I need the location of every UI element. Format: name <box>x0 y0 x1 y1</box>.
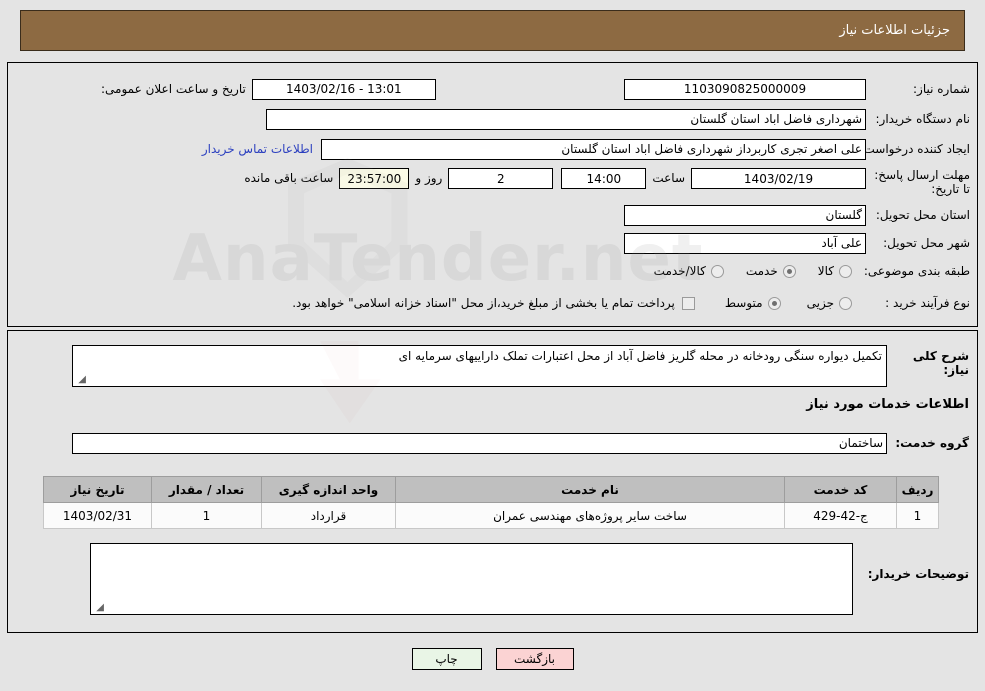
treasury-checkbox[interactable] <box>681 296 695 310</box>
process-option-label-1: متوسط <box>724 296 763 310</box>
description-label: شرح کلی نیاز: <box>912 349 969 377</box>
service-group-label: گروه خدمت: <box>895 436 969 450</box>
process-option-jozei[interactable]: جزیی <box>807 296 852 310</box>
cell-code: ج-42-429 <box>784 502 897 529</box>
hour-label: ساعت <box>652 171 685 185</box>
province-label: استان محل تحویل: <box>875 208 970 222</box>
radio-jozei-icon[interactable] <box>839 296 852 310</box>
page-header: جزئیات اطلاعات نیاز <box>20 10 965 51</box>
need-summary-panel: شماره نیاز: 1103090825000009 13:01 - 140… <box>7 62 978 327</box>
classification-option-label-2: کالا/خدمت <box>653 264 706 278</box>
cell-quantity: 1 <box>151 502 262 529</box>
classification-option-kala[interactable]: کالا <box>818 264 852 278</box>
days-remaining-value: 2 <box>448 168 554 189</box>
services-table: ردیف کد خدمت نام خدمت واحد اندازه گیری ت… <box>43 476 939 529</box>
page-root: جزئیات اطلاعات نیاز شماره نیاز: 11030908… <box>0 0 985 691</box>
city-label: شهر محل تحویل: <box>883 236 970 250</box>
days-label: روز و <box>415 171 443 185</box>
resize-grip-icon[interactable]: ◢ <box>76 375 86 385</box>
table-header-row: ردیف کد خدمت نام خدمت واحد اندازه گیری ت… <box>43 476 939 503</box>
deadline-hour-value: 14:00 <box>561 168 647 189</box>
cell-index: 1 <box>896 502 939 529</box>
buyer-comments-row: توضیحات خریدار: ◢ <box>90 543 969 615</box>
service-group-value: ساختمان <box>72 432 887 454</box>
city-value: علی آباد <box>624 232 866 254</box>
time-remaining-value: 23:57:00 <box>339 168 410 189</box>
radio-kala-khedmat-icon[interactable] <box>710 264 724 278</box>
buyer-comments-label: توضیحات خریدار: <box>867 567 969 581</box>
services-section-title: اطلاعات خدمات مورد نیاز <box>806 397 969 412</box>
action-button-bar: بازگشت چاپ <box>0 648 985 670</box>
deadline-date-value: 1403/02/19 <box>691 168 866 189</box>
buyer-comments-textarea[interactable]: ◢ <box>90 543 853 615</box>
radio-kala-icon[interactable] <box>839 264 852 278</box>
description-textarea[interactable]: تکمیل دیواره سنگی رودخانه در محله گلریز … <box>72 345 887 387</box>
buyer-org-label: نام دستگاه خریدار: <box>875 112 971 126</box>
table-row[interactable]: 1 ج-42-429 ساخت سایر پروژه‌های مهندسی عم… <box>43 502 939 529</box>
public-announce-label: تاریخ و ساعت اعلان عمومی: <box>101 82 246 96</box>
radio-khedmat-icon[interactable] <box>782 264 796 278</box>
public-announce-row: 13:01 - 1403/02/16 تاریخ و ساعت اعلان عم… <box>101 77 436 101</box>
service-group-row: گروه خدمت: ساختمان <box>72 431 969 455</box>
need-number-label: شماره نیاز: <box>913 82 970 96</box>
description-value: تکمیل دیواره سنگی رودخانه در محله گلریز … <box>398 349 882 363</box>
treasury-note: پرداخت تمام یا بخشی از مبلغ خرید،از محل … <box>292 296 675 310</box>
radio-motevaset-icon[interactable] <box>767 296 781 310</box>
process-type-row: نوع فرآیند خرید : جزیی متوسط پرداخت تمام… <box>292 291 970 315</box>
buyer-contact-link[interactable]: اطلاعات تماس خریدار <box>202 142 313 156</box>
need-number-value: 1103090825000009 <box>624 78 866 100</box>
col-index: ردیف <box>896 476 939 503</box>
classification-option-label-1: خدمت <box>745 264 778 278</box>
deadline-label: مهلت ارسال پاسخ: تا تاریخ: <box>874 168 970 196</box>
province-row: استان محل تحویل: گلستان <box>624 203 970 227</box>
cell-date: 1403/02/31 <box>43 502 152 529</box>
description-row: شرح کلی نیاز: تکمیل دیواره سنگی رودخانه … <box>72 345 969 387</box>
buyer-org-value: شهرداری فاضل اباد استان گلستان <box>266 108 866 130</box>
resize-grip-icon-2[interactable]: ◢ <box>94 603 104 613</box>
col-date: تاریخ نیاز <box>43 476 152 503</box>
page-title: جزئیات اطلاعات نیاز <box>839 23 950 38</box>
classification-option-kala-khedmat[interactable]: کالا/خدمت <box>654 264 724 278</box>
col-quantity: تعداد / مقدار <box>151 476 262 503</box>
deadline-row: مهلت ارسال پاسخ: تا تاریخ: 1403/02/19 سا… <box>244 165 970 199</box>
classification-row: طبقه بندی موضوعی: کالا خدمت کالا/خدمت <box>654 259 970 283</box>
creator-value: علی اصغر تجری کاربرداز شهرداری فاضل اباد… <box>321 138 866 160</box>
process-type-label: نوع فرآیند خرید : <box>885 296 970 310</box>
classification-option-khedmat[interactable]: خدمت <box>746 264 796 278</box>
remaining-label: ساعت باقی مانده <box>244 171 334 185</box>
print-button[interactable]: چاپ <box>411 648 482 670</box>
classification-label: طبقه بندی موضوعی: <box>863 264 970 278</box>
col-unit: واحد اندازه گیری <box>261 476 396 503</box>
need-details-panel: شرح کلی نیاز: تکمیل دیواره سنگی رودخانه … <box>7 330 978 633</box>
col-code: کد خدمت <box>784 476 897 503</box>
cell-unit: قرارداد <box>261 502 396 529</box>
process-option-label-0: جزیی <box>806 296 834 310</box>
cell-name: ساخت سایر پروژه‌های مهندسی عمران <box>395 502 785 529</box>
buyer-org-row: نام دستگاه خریدار: شهرداری فاضل اباد است… <box>266 107 970 131</box>
creator-label: ایجاد کننده درخواست: <box>859 142 970 156</box>
city-row: شهر محل تحویل: علی آباد <box>624 231 970 255</box>
public-announce-value: 13:01 - 1403/02/16 <box>251 78 436 100</box>
col-name: نام خدمت <box>395 476 785 503</box>
creator-row: ایجاد کننده درخواست: علی اصغر تجری کاربر… <box>202 137 970 161</box>
province-value: گلستان <box>624 204 866 226</box>
classification-option-label-0: کالا <box>817 264 834 278</box>
need-number-row: شماره نیاز: 1103090825000009 <box>624 77 970 101</box>
back-button[interactable]: بازگشت <box>495 648 574 670</box>
process-option-motevaset[interactable]: متوسط <box>725 296 781 310</box>
